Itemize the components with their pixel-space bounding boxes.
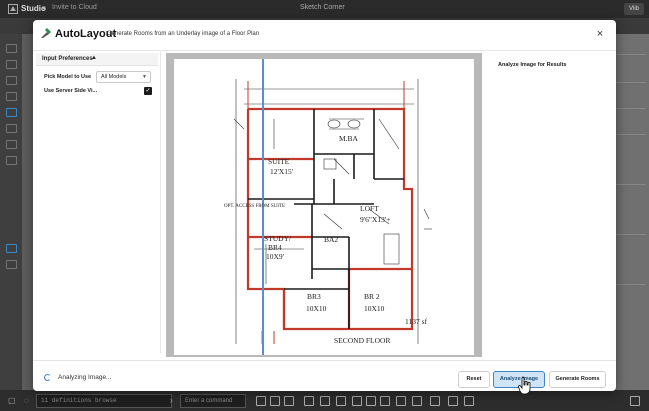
room-label: 9'6"X13'+ [360,215,390,224]
room-label: BR3 [307,292,321,301]
room-label: SUITE [268,157,290,166]
chevron-up-icon[interactable]: ▲ [91,55,97,61]
panel-divider [616,184,646,185]
chevron-down-icon[interactable]: ▾ [42,4,46,12]
input-preferences-panel: Input Preferences ▲ [33,50,161,353]
room-label: BR4 [268,243,282,252]
close-button[interactable]: × [593,27,607,41]
chevron-right-icon[interactable]: › [170,396,173,405]
line-tool-icon[interactable] [304,396,314,406]
chevron-down-icon: ▼ [142,74,147,80]
clock-icon[interactable] [6,260,17,269]
panel-divider [616,134,646,135]
floor-plan-sketch: M.BA SUITE 12'X15' LOFT 9'6"X13'+ STUDY/… [224,59,432,355]
model-select-value: All Models [101,74,127,80]
room-label: 10X9' [266,252,285,261]
floor-plan-image: M.BA SUITE 12'X15' LOFT 9'6"X13'+ STUDY/… [174,59,474,355]
room-label: OPT. ACCESS FROM SUITE [224,204,285,209]
room-label: 12'X15' [270,167,294,176]
grid-icon[interactable] [6,108,17,117]
measure-tool-icon[interactable] [396,396,406,406]
expand-icon[interactable] [630,396,640,406]
dims-tool-icon[interactable] [366,396,376,406]
arc-tool-icon[interactable] [320,396,330,406]
results-title: Analyze Image for Results [498,62,567,68]
snap-tool-icon[interactable] [380,396,390,406]
console-icon[interactable]: ▢ [8,396,16,405]
room-label: M.BA [339,134,359,143]
room-label: STUDY/ [264,234,292,243]
underlay-image-area: M.BA SUITE 12'X15' LOFT 9'6"X13'+ STUDY/… [166,53,482,357]
list-icon[interactable] [6,76,17,85]
panel-divider [616,108,646,109]
app-logo-icon [8,4,18,14]
help-icon[interactable]: ◌ [24,396,29,405]
room-label: 10X10 [364,304,385,313]
dialog-subtitle: Generate Rooms from an Underlay image of… [107,31,260,37]
folder-icon[interactable] [6,92,17,101]
model-select[interactable]: All Models ▼ [96,71,151,83]
move-tool-icon[interactable] [256,396,266,406]
grid-tool-icon[interactable] [352,396,362,406]
app-topbar: Studio ▾ Invite to Cloud Sketch Corner V… [0,0,649,18]
panel-divider [616,284,646,285]
hand-cursor-icon [518,377,531,395]
user-badge[interactable]: Vlib [624,3,644,15]
autolayout-icon[interactable] [6,244,17,253]
room-label: BA2 [324,235,338,244]
properties-panel [612,34,649,390]
results-panel: Analyze Image for Results [492,58,610,348]
wall-tool-icon[interactable] [430,396,440,406]
stair-tool-icon[interactable] [464,396,474,406]
file-title: Sketch Corner [300,4,345,11]
text-tool-icon[interactable] [412,396,422,406]
reset-button[interactable]: Reset [458,371,490,388]
generate-rooms-button[interactable]: Generate Rooms [549,371,606,388]
input-preferences-header[interactable]: Input Preferences ▲ [36,53,158,66]
door-tool-icon[interactable] [448,396,458,406]
left-rail [0,34,22,390]
console-input[interactable]: 11 definitions browse [36,394,172,408]
panel-divider [616,234,646,235]
rect-tool-icon[interactable] [336,396,346,406]
room-label: BR 2 [364,292,380,301]
room-label: 1137 sf [405,317,428,326]
invite-to-cloud-link[interactable]: Invite to Cloud [52,4,97,11]
server-side-label: Use Server Side Vi... [44,88,98,94]
loading-spinner-icon [44,374,51,381]
region-tool-icon[interactable] [284,396,294,406]
room-label: 10X10 [306,304,327,313]
server-side-checkbox[interactable]: ✓ [144,87,152,95]
tag-icon[interactable] [6,124,17,133]
select-tool-icon[interactable] [270,396,280,406]
layers-icon[interactable] [6,44,17,53]
dialog-header: AutoLayout Generate Rooms from an Underl… [33,20,616,51]
section-title: Input Preferences [42,56,93,62]
pick-model-label: Pick Model to Use [44,74,92,80]
room-label: LOFT [360,204,379,213]
settings-icon[interactable] [6,60,17,69]
autolayout-icon [41,28,51,38]
panel-divider [616,54,646,55]
panel-icon[interactable] [6,140,17,149]
room-label: SECOND FLOOR [334,336,390,345]
command-input[interactable]: Enter a command [180,394,246,408]
status-text: Analyzing Image... [58,374,112,381]
location-icon[interactable] [6,156,17,165]
panel-divider [616,82,646,83]
autolayout-dialog: AutoLayout Generate Rooms from an Underl… [33,20,616,391]
